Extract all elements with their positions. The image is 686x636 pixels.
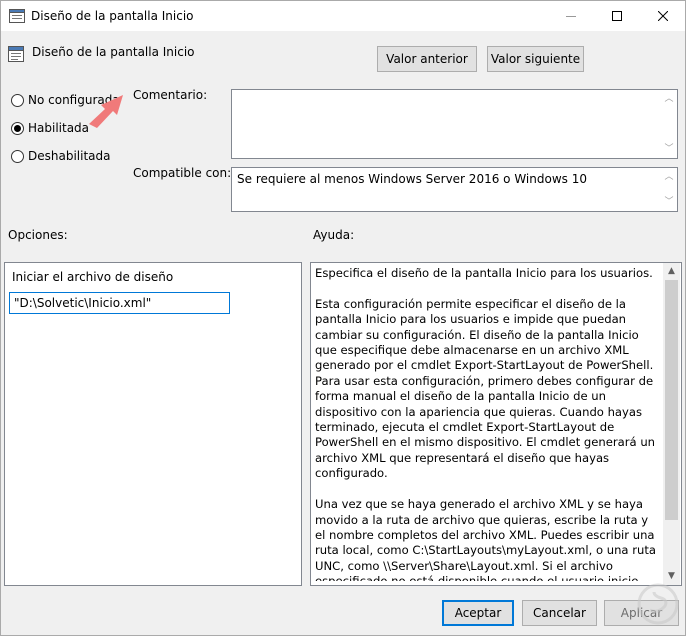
title-bar[interactable]: Diseño de la pantalla Inicio (1, 1, 685, 31)
maximize-icon (612, 11, 622, 21)
radio-not-configured-circle[interactable] (11, 93, 24, 107)
radio-disabled-circle[interactable] (11, 149, 24, 163)
accept-button[interactable]: Aceptar (442, 600, 514, 626)
radio-enabled-label: Habilitada (28, 121, 90, 135)
radio-disabled[interactable]: Deshabilitada (11, 149, 110, 163)
radio-enabled-circle[interactable] (11, 121, 24, 135)
help-heading: Ayuda: (313, 228, 355, 242)
close-button[interactable] (640, 1, 686, 31)
help-scrollbar[interactable]: ▲ ▼ (663, 263, 680, 585)
scroll-down-icon: ﹀ (664, 197, 674, 207)
scroll-down-icon: ﹀ (664, 144, 674, 154)
watermark-logo-icon (637, 583, 679, 625)
scroll-up-icon[interactable]: ▲ (663, 263, 680, 280)
next-setting-button[interactable]: Valor siguiente (487, 46, 584, 72)
options-heading: Opciones: (8, 228, 68, 242)
policy-dialog: Diseño de la pantalla Inicio Diseño de l… (0, 0, 686, 636)
previous-setting-button[interactable]: Valor anterior (377, 46, 477, 72)
layout-file-label: Iniciar el archivo de diseño (12, 270, 174, 284)
comment-textbox[interactable]: ︿ ﹀ (231, 89, 678, 159)
minimize-button[interactable] (548, 1, 594, 31)
policy-icon (9, 9, 25, 23)
cancel-button[interactable]: Cancelar (522, 600, 597, 626)
compatible-label: Compatible con: (133, 166, 232, 180)
help-text: Especifica el diseño de la pantalla Inic… (315, 266, 656, 581)
options-panel: Iniciar el archivo de diseño (4, 262, 302, 586)
scroll-up-icon: ︿ (664, 172, 674, 182)
policy-title: Diseño de la pantalla Inicio (32, 45, 195, 59)
close-icon (658, 11, 668, 21)
scroll-up-icon: ︿ (664, 94, 674, 104)
minimize-icon (566, 16, 576, 17)
annotation-arrow-icon (89, 95, 123, 128)
layout-file-input[interactable] (9, 292, 230, 314)
window-title: Diseño de la pantalla Inicio (31, 9, 194, 23)
help-panel: Especifica el diseño de la pantalla Inic… (310, 262, 682, 586)
scrollbar-thumb[interactable] (665, 280, 678, 520)
radio-enabled[interactable]: Habilitada (11, 121, 89, 135)
maximize-button[interactable] (594, 1, 640, 31)
compatible-textbox[interactable]: Se requiere al menos Windows Server 2016… (231, 167, 678, 212)
radio-disabled-label: Deshabilitada (28, 149, 111, 163)
policy-header-icon (8, 46, 24, 62)
compatible-value: Se requiere al menos Windows Server 2016… (237, 172, 587, 186)
comment-label: Comentario: (133, 88, 208, 102)
